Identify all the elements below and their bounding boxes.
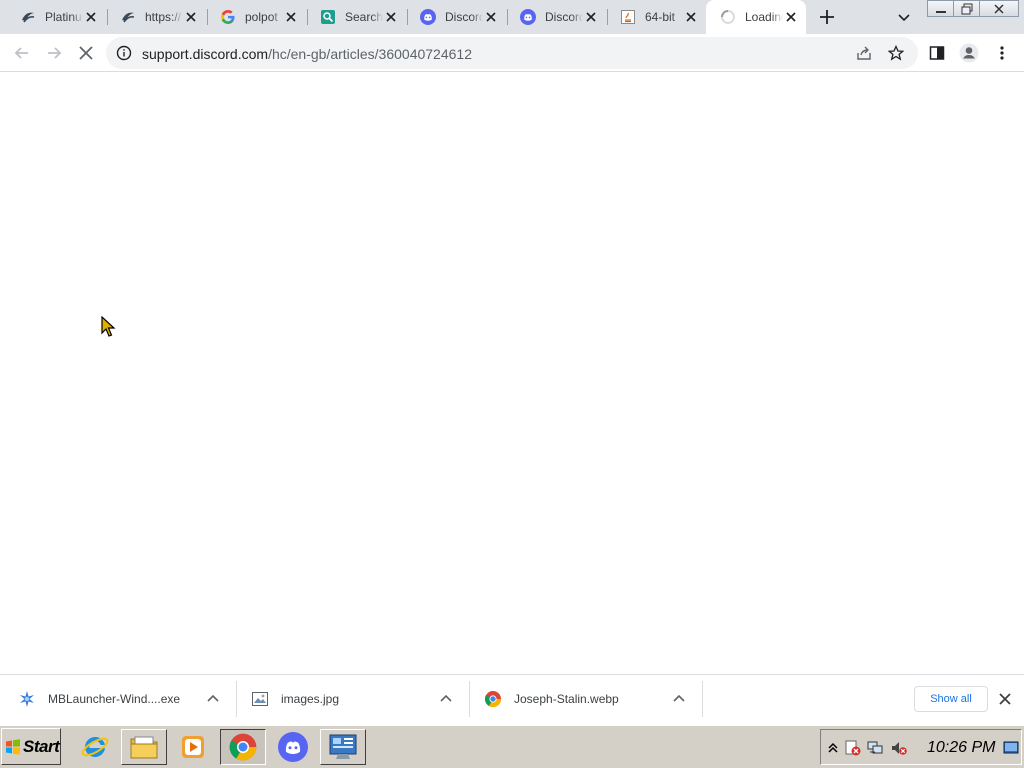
search-favicon [320, 9, 336, 25]
tab-title: Search [345, 10, 383, 24]
tab-discord-2[interactable]: Discord [506, 0, 606, 34]
internet-explorer-icon[interactable] [72, 729, 118, 765]
taskbar: Start 10:26 PM [0, 725, 1024, 768]
close-shelf-icon[interactable] [998, 692, 1012, 706]
minimize-button[interactable] [927, 0, 955, 17]
share-icon[interactable] [854, 43, 874, 63]
chevron-up-icon[interactable] [672, 692, 686, 706]
download-item[interactable]: Joseph-Stalin.webp [484, 675, 702, 723]
google-favicon [220, 9, 236, 25]
tab-search[interactable]: Search [306, 0, 406, 34]
tab-title: https:// [145, 10, 182, 24]
download-separator [702, 681, 703, 717]
chevron-up-icon[interactable] [439, 692, 453, 706]
url-host: support.discord.com [142, 46, 269, 62]
chrome-icon[interactable] [220, 729, 266, 765]
close-tab-icon[interactable] [484, 10, 498, 24]
close-tab-icon[interactable] [384, 10, 398, 24]
tab-64-bit[interactable]: 64-bit [606, 0, 706, 34]
download-item[interactable]: MBLauncher-Wind....exe [18, 675, 236, 723]
chrome-file-icon [484, 690, 502, 708]
network-icon[interactable] [867, 740, 883, 756]
window-close-button[interactable] [979, 0, 1019, 17]
close-tab-icon[interactable] [284, 10, 298, 24]
site-info-icon[interactable] [114, 43, 134, 63]
profile-avatar-icon[interactable] [959, 43, 979, 63]
tab-title: 64-bit [645, 10, 676, 24]
restore-icon [961, 3, 973, 14]
show-hidden-icons-icon[interactable] [825, 740, 841, 756]
page-content [0, 72, 1024, 674]
download-filename: Joseph-Stalin.webp [514, 692, 619, 706]
discord-icon[interactable] [270, 729, 316, 765]
launcher-file-icon [18, 690, 36, 708]
windows-logo-icon [6, 738, 20, 755]
close-tab-icon[interactable] [684, 10, 698, 24]
show-desktop-icon[interactable] [1003, 740, 1019, 756]
tab-discord-1[interactable]: Discord [406, 0, 506, 34]
chevron-up-icon[interactable] [206, 692, 220, 706]
minimize-icon [936, 10, 946, 13]
restore-button[interactable] [953, 0, 981, 17]
tab-loading-active[interactable]: Loading [706, 0, 806, 34]
tab-title: Discord [445, 10, 483, 24]
download-separator [236, 681, 237, 717]
show-all-button[interactable]: Show all [914, 686, 988, 712]
address-bar[interactable]: support.discord.com/hc/en-gb/articles/36… [106, 37, 918, 69]
security-warning-icon[interactable] [845, 740, 861, 756]
tab-title: Discord [545, 10, 583, 24]
url-path: /hc/en-gb/articles/360040724612 [268, 46, 472, 62]
tab-title: Platinum [45, 10, 83, 24]
more-menu-icon[interactable] [992, 43, 1012, 63]
tab-strip: Platinum https:// polpot Search [0, 0, 1024, 34]
mouse-cursor-icon [101, 316, 116, 337]
download-separator [469, 681, 470, 717]
tab-https[interactable]: https:// [106, 0, 206, 34]
close-tab-icon[interactable] [84, 10, 98, 24]
stop-loading-icon[interactable] [76, 43, 96, 63]
system-tray: 10:26 PM [820, 729, 1022, 765]
close-tab-icon[interactable] [184, 10, 198, 24]
downloads-shelf: MBLauncher-Wind....exe images.jpg Joseph… [0, 674, 1024, 724]
browser-toolbar: support.discord.com/hc/en-gb/articles/36… [0, 34, 1024, 72]
platinum-favicon [20, 9, 36, 25]
close-icon [994, 3, 1004, 14]
java-favicon [620, 9, 636, 25]
file-explorer-icon[interactable] [121, 729, 167, 765]
side-panel-icon[interactable] [927, 43, 947, 63]
url-text: support.discord.com/hc/en-gb/articles/36… [142, 46, 472, 62]
volume-muted-icon[interactable] [891, 740, 907, 756]
close-tab-icon[interactable] [584, 10, 598, 24]
image-file-icon [251, 690, 269, 708]
tab-search-chevron-icon[interactable] [896, 9, 912, 25]
start-button[interactable]: Start [1, 728, 61, 765]
discord-favicon [420, 9, 436, 25]
tab-title: Loading [745, 10, 783, 24]
tab-title: polpot [245, 10, 278, 24]
tab-polpot[interactable]: polpot [206, 0, 306, 34]
start-label: Start [23, 736, 60, 756]
clock[interactable]: 10:26 PM [927, 739, 995, 757]
forward-icon[interactable] [44, 43, 64, 63]
platinum-favicon [120, 9, 136, 25]
download-filename: images.jpg [281, 692, 340, 706]
control-panel-icon[interactable] [320, 729, 366, 765]
download-filename: MBLauncher-Wind....exe [48, 692, 181, 706]
bookmark-star-icon[interactable] [886, 43, 906, 63]
discord-favicon [520, 9, 536, 25]
media-player-icon[interactable] [170, 729, 216, 765]
download-item[interactable]: images.jpg [251, 675, 469, 723]
tab-platinum[interactable]: Platinum [6, 0, 106, 34]
close-tab-icon[interactable] [784, 10, 798, 24]
new-tab-icon[interactable] [816, 6, 838, 28]
loading-spinner-icon [720, 9, 736, 25]
back-icon[interactable] [12, 43, 32, 63]
